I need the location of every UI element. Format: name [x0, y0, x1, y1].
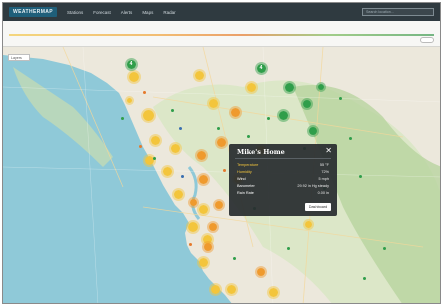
weather-marker-yellow[interactable]: [266, 285, 280, 299]
station-dot[interactable]: [143, 91, 146, 94]
weather-marker-yellow[interactable]: [186, 220, 200, 234]
popup-reading-row: Barometer 29.92 in Hg steady: [237, 184, 329, 190]
station-dot[interactable]: [363, 277, 366, 280]
weather-marker-yellow[interactable]: [127, 70, 141, 84]
station-dot[interactable]: [139, 145, 142, 148]
search-input[interactable]: Search location...: [362, 8, 434, 16]
nav-item-alerts[interactable]: Alerts: [121, 10, 133, 15]
nav-item-stations[interactable]: Stations: [67, 10, 83, 15]
weather-marker-orange[interactable]: [196, 172, 210, 186]
weather-marker-orange[interactable]: [202, 241, 214, 253]
nav-item-forecast[interactable]: Forecast: [93, 10, 111, 15]
brand-logo[interactable]: WEATHERMAP: [9, 7, 58, 17]
station-dot[interactable]: [383, 247, 386, 250]
weather-marker-green[interactable]: 4: [254, 61, 268, 75]
station-popup: Mike's Home ✕ Temperature 55 °F Humidity 72…: [229, 144, 337, 216]
station-dot[interactable]: [121, 117, 124, 120]
weather-marker-green[interactable]: [301, 98, 313, 110]
reading-value: 29.92 in Hg steady: [297, 184, 329, 188]
station-dot[interactable]: [179, 127, 182, 130]
weather-marker-yellow[interactable]: [192, 68, 206, 82]
station-dot[interactable]: [233, 257, 236, 260]
weather-marker-yellow[interactable]: [244, 80, 258, 94]
dashboard-button[interactable]: Dashboard: [305, 203, 331, 211]
timeline-strip: [3, 21, 440, 47]
weather-marker-green[interactable]: [307, 125, 319, 137]
weather-marker-yellow[interactable]: [171, 187, 185, 201]
reading-label: Humidity: [237, 170, 252, 174]
weather-marker-yellow[interactable]: [160, 164, 174, 178]
station-dot[interactable]: [189, 243, 192, 246]
nav-item-radar[interactable]: Radar: [163, 10, 175, 15]
timeline-track[interactable]: [9, 34, 434, 36]
weather-marker-yellow[interactable]: [142, 153, 156, 167]
weather-marker-yellow[interactable]: [148, 133, 162, 147]
weather-marker-orange[interactable]: [207, 221, 219, 233]
station-dot[interactable]: [339, 97, 342, 100]
weather-marker-orange[interactable]: [187, 196, 199, 208]
weather-marker-green[interactable]: [282, 80, 296, 94]
station-dot[interactable]: [267, 117, 270, 120]
app-frame: WEATHERMAP Stations Forecast Alerts Maps…: [2, 2, 441, 304]
popup-reading-row: Rain Rate 0.00 in: [237, 191, 329, 197]
reading-value: 72%: [321, 170, 329, 174]
popup-reading-row: Wind 5 mph: [237, 177, 329, 183]
reading-label: Wind: [237, 177, 246, 181]
weather-marker-orange[interactable]: [214, 135, 228, 149]
station-dot[interactable]: [153, 157, 156, 160]
reading-label: Rain Rate: [237, 191, 254, 195]
station-dot[interactable]: [181, 175, 184, 178]
reading-label: Temperature: [237, 163, 259, 167]
weather-marker-green[interactable]: [316, 82, 326, 92]
weather-marker-yellow[interactable]: [124, 95, 134, 105]
weather-marker-green[interactable]: [276, 108, 290, 122]
weather-marker-yellow[interactable]: [208, 282, 222, 296]
reading-value: 0.00 in: [317, 191, 329, 195]
popup-reading-row: Temperature 55 °F: [237, 163, 329, 169]
map-canvas[interactable]: Layers 4 4 Mike's Home ✕ Temperature 55 °F…: [3, 47, 440, 303]
station-dot[interactable]: [349, 137, 352, 140]
weather-marker-yellow[interactable]: [224, 282, 238, 296]
popup-title: Mike's Home: [237, 148, 285, 156]
station-dot[interactable]: [217, 127, 220, 130]
layers-button[interactable]: Layers: [8, 54, 30, 61]
weather-marker-yellow[interactable]: [196, 255, 210, 269]
reading-label: Barometer: [237, 184, 255, 188]
station-dot[interactable]: [287, 247, 290, 250]
weather-marker-yellow[interactable]: [168, 141, 182, 155]
weather-marker-yellow[interactable]: [302, 218, 314, 230]
popup-divider: [235, 158, 331, 159]
timeline-toggle[interactable]: [420, 37, 434, 43]
weather-marker-yellow[interactable]: [206, 96, 220, 110]
reading-value: 5 mph: [318, 177, 329, 181]
station-dot[interactable]: [223, 169, 226, 172]
nav-links: Stations Forecast Alerts Maps Radar: [67, 10, 176, 15]
weather-marker-orange[interactable]: [194, 148, 208, 162]
weather-marker-orange[interactable]: [213, 199, 225, 211]
top-navigation-bar: WEATHERMAP Stations Forecast Alerts Maps…: [3, 3, 440, 21]
map-basemap: [3, 47, 440, 303]
weather-marker-orange[interactable]: [228, 105, 242, 119]
station-dot[interactable]: [359, 175, 362, 178]
nav-item-maps[interactable]: Maps: [142, 10, 153, 15]
weather-marker-green[interactable]: 4: [124, 57, 138, 71]
popup-reading-row: Humidity 72%: [237, 170, 329, 176]
weather-marker-yellow[interactable]: [140, 107, 156, 123]
station-dot[interactable]: [171, 109, 174, 112]
weather-marker-orange[interactable]: [255, 266, 267, 278]
station-dot[interactable]: [247, 135, 250, 138]
close-icon[interactable]: ✕: [325, 147, 332, 155]
reading-value: 55 °F: [319, 163, 329, 167]
